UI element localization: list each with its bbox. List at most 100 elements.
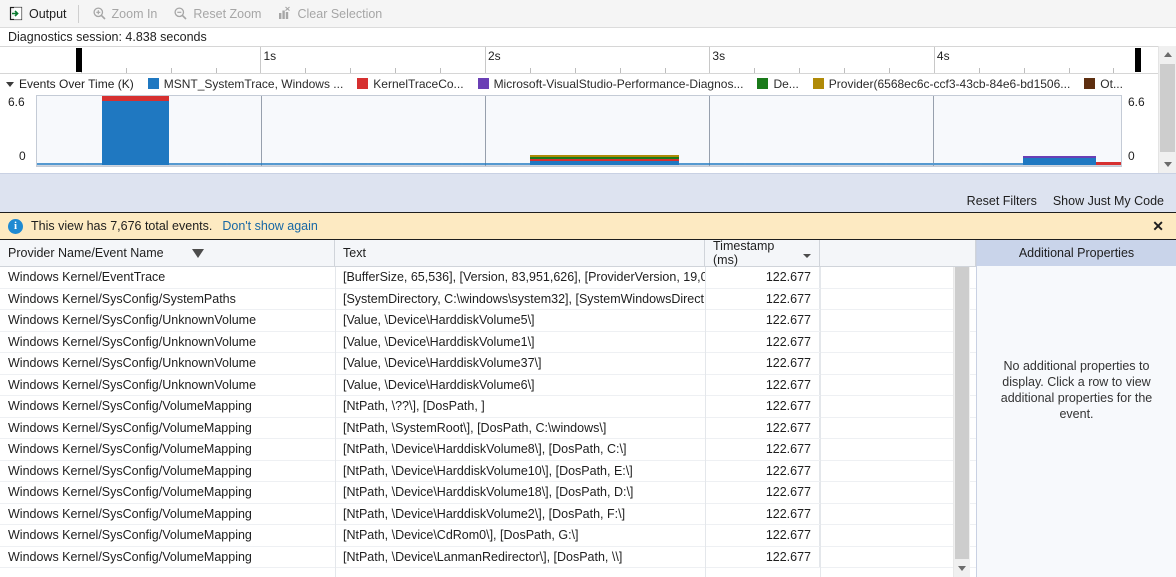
column-header-provider-label: Provider Name/Event Name [8, 246, 164, 260]
chart-bar-segment[interactable] [1023, 158, 1096, 165]
column-header-text[interactable]: Text [335, 240, 705, 266]
cell-text: [SystemDirectory, C:\windows\system32], … [335, 289, 705, 310]
table-row[interactable]: Windows Kernel/SysConfig/VolumeMapping[N… [0, 547, 976, 569]
grid-scroll-down-arrow-icon[interactable] [954, 560, 970, 577]
ruler-minor-tick [754, 68, 755, 73]
grid-column-divider-2 [705, 267, 706, 577]
cell-provider-name: Windows Kernel/SysConfig/UnknownVolume [0, 310, 335, 331]
cell-spacer [820, 547, 960, 568]
events-grid-body[interactable]: Windows Kernel/EventTrace[BufferSize, 65… [0, 267, 976, 577]
cell-provider-name: Windows Kernel/SysConfig/VolumeMapping [0, 547, 335, 568]
scroll-up-arrow-icon[interactable] [1159, 46, 1176, 63]
dont-show-again-link[interactable]: Don't show again [222, 219, 318, 233]
scroll-down-arrow-icon[interactable] [1159, 156, 1176, 173]
ruler-minor-tick [350, 68, 351, 73]
chart-title[interactable]: Events Over Time (K) [0, 77, 134, 91]
cell-provider-name: Windows Kernel/SysConfig/VolumeMapping [0, 482, 335, 503]
cell-spacer [820, 418, 960, 439]
timeline-ruler[interactable]: 1s2s3s4s [0, 46, 1158, 74]
toolbar-divider [78, 5, 79, 23]
zoom-in-button[interactable]: Zoom In [85, 3, 165, 25]
ruler-minor-tick [305, 68, 306, 73]
y-axis-min-label: 0 [19, 149, 26, 163]
cell-text: [NtPath, \Device\HarddiskVolume18\], [Do… [335, 482, 705, 503]
table-row[interactable]: Windows Kernel/SysConfig/UnknownVolume[V… [0, 332, 976, 354]
legend-entry[interactable]: De... [757, 77, 798, 91]
chart-bar-segment[interactable] [530, 159, 679, 161]
cell-provider-name: Windows Kernel/EventTrace [0, 267, 335, 288]
show-just-my-code-link[interactable]: Show Just My Code [1053, 194, 1164, 208]
chart-bar-segment[interactable] [1023, 156, 1096, 158]
close-icon[interactable]: ✕ [1150, 219, 1166, 233]
cell-text: [NtPath, \??\], [DosPath, ] [335, 396, 705, 417]
ruler-minor-tick [575, 68, 576, 73]
table-row[interactable]: Windows Kernel/SysConfig/UnknownVolume[V… [0, 310, 976, 332]
grid-column-divider-3 [820, 267, 821, 577]
filter-funnel-icon[interactable] [192, 249, 204, 258]
cell-provider-name: Windows Kernel/SysConfig/UnknownVolume [0, 375, 335, 396]
ruler-tick-label: 2s [485, 49, 501, 63]
cell-provider-name: Windows Kernel/SysConfig/VolumeMapping [0, 396, 335, 417]
legend-entry[interactable]: Ot... [1084, 77, 1123, 91]
chart-bar-segment[interactable] [530, 161, 679, 165]
table-row[interactable]: Windows Kernel/SysConfig/VolumeMapping[N… [0, 439, 976, 461]
cell-provider-name: Windows Kernel/SysConfig/SystemPaths [0, 289, 335, 310]
table-row[interactable]: Windows Kernel/SysConfig/VolumeMapping[N… [0, 461, 976, 483]
table-row[interactable]: Windows Kernel/SysConfig/UnknownVolume[V… [0, 375, 976, 397]
cell-spacer [820, 461, 960, 482]
diagnostics-events-view: Output Zoom In Reset Zoom [0, 0, 1176, 577]
reset-filters-link[interactable]: Reset Filters [967, 194, 1037, 208]
ruler-minor-tick [440, 68, 441, 73]
info-icon: i [8, 219, 23, 234]
timeline-selection-handle-right[interactable] [1135, 48, 1141, 72]
table-row[interactable]: Windows Kernel/SysConfig/VolumeMapping[N… [0, 504, 976, 526]
chart-bar-segment[interactable] [1096, 162, 1122, 165]
grid-vertical-scrollbar[interactable] [953, 267, 970, 577]
legend-entry-label: De... [773, 77, 798, 91]
legend-color-swatch-icon [478, 78, 489, 89]
cell-timestamp: 122.677 [705, 547, 820, 568]
collapse-triangle-icon[interactable] [6, 82, 14, 87]
clear-selection-label: Clear Selection [297, 7, 382, 21]
cell-text: [NtPath, \SystemRoot\], [DosPath, C:\win… [335, 418, 705, 439]
ruler-minor-tick [979, 68, 980, 73]
timeline-selection-handle-left[interactable] [76, 48, 82, 72]
column-header-provider[interactable]: Provider Name/Event Name [0, 240, 335, 266]
reset-zoom-button[interactable]: Reset Zoom [166, 3, 268, 25]
cell-spacer [820, 289, 960, 310]
grid-scrollbar-thumb[interactable] [955, 267, 969, 559]
legend-color-swatch-icon [148, 78, 159, 89]
legend-entry[interactable]: MSNT_SystemTrace, Windows ... [148, 77, 344, 91]
column-header-timestamp[interactable]: Timestamp (ms) [705, 240, 820, 266]
legend-entry[interactable]: KernelTraceCo... [357, 77, 463, 91]
table-row[interactable]: Windows Kernel/SysConfig/UnknownVolume[V… [0, 353, 976, 375]
y-axis-min-label-right: 0 [1128, 149, 1135, 163]
table-row[interactable]: Windows Kernel/SysConfig/VolumeMapping[N… [0, 418, 976, 440]
cell-spacer [820, 439, 960, 460]
zoom-in-label: Zoom In [112, 7, 158, 21]
table-row[interactable]: Windows Kernel/SysConfig/SystemPaths[Sys… [0, 289, 976, 311]
chart-vertical-scrollbar[interactable] [1158, 46, 1176, 173]
chart-title-label: Events Over Time (K) [19, 77, 134, 91]
table-row[interactable]: Windows Kernel/SysConfig/VolumeMapping[N… [0, 482, 976, 504]
column-header-spacer[interactable] [820, 240, 976, 266]
session-text: Diagnostics session: 4.838 seconds [8, 30, 207, 44]
cell-provider-name: Windows Kernel/SysConfig/VolumeMapping [0, 439, 335, 460]
additional-properties-empty-message: No additional properties to display. Cli… [987, 358, 1166, 422]
chart-bar-segment[interactable] [102, 101, 169, 165]
chart-scrollbar-thumb[interactable] [1160, 64, 1175, 152]
table-row[interactable]: Windows Kernel/SysConfig/VolumeMapping[N… [0, 396, 976, 418]
legend-entry[interactable]: Microsoft-VisualStudio-Performance-Diagn… [478, 77, 744, 91]
table-row[interactable]: Windows Kernel/EventTrace[BufferSize, 65… [0, 267, 976, 289]
chart-bar-segment[interactable] [530, 157, 679, 159]
legend-entry[interactable]: Provider(6568ec6c-ccf3-43cb-84e6-bd1506.… [813, 77, 1070, 91]
chart-bar-segment[interactable] [530, 155, 679, 157]
sort-descending-icon[interactable] [803, 254, 811, 258]
legend-entry-label: MSNT_SystemTrace, Windows ... [164, 77, 344, 91]
cell-spacer [820, 353, 960, 374]
chart-bar-segment[interactable] [102, 95, 169, 101]
clear-selection-button[interactable]: Clear Selection [270, 3, 389, 25]
chart-plot-area[interactable] [36, 95, 1122, 167]
table-row[interactable]: Windows Kernel/SysConfig/VolumeMapping[N… [0, 525, 976, 547]
output-button[interactable]: Output [2, 3, 74, 25]
